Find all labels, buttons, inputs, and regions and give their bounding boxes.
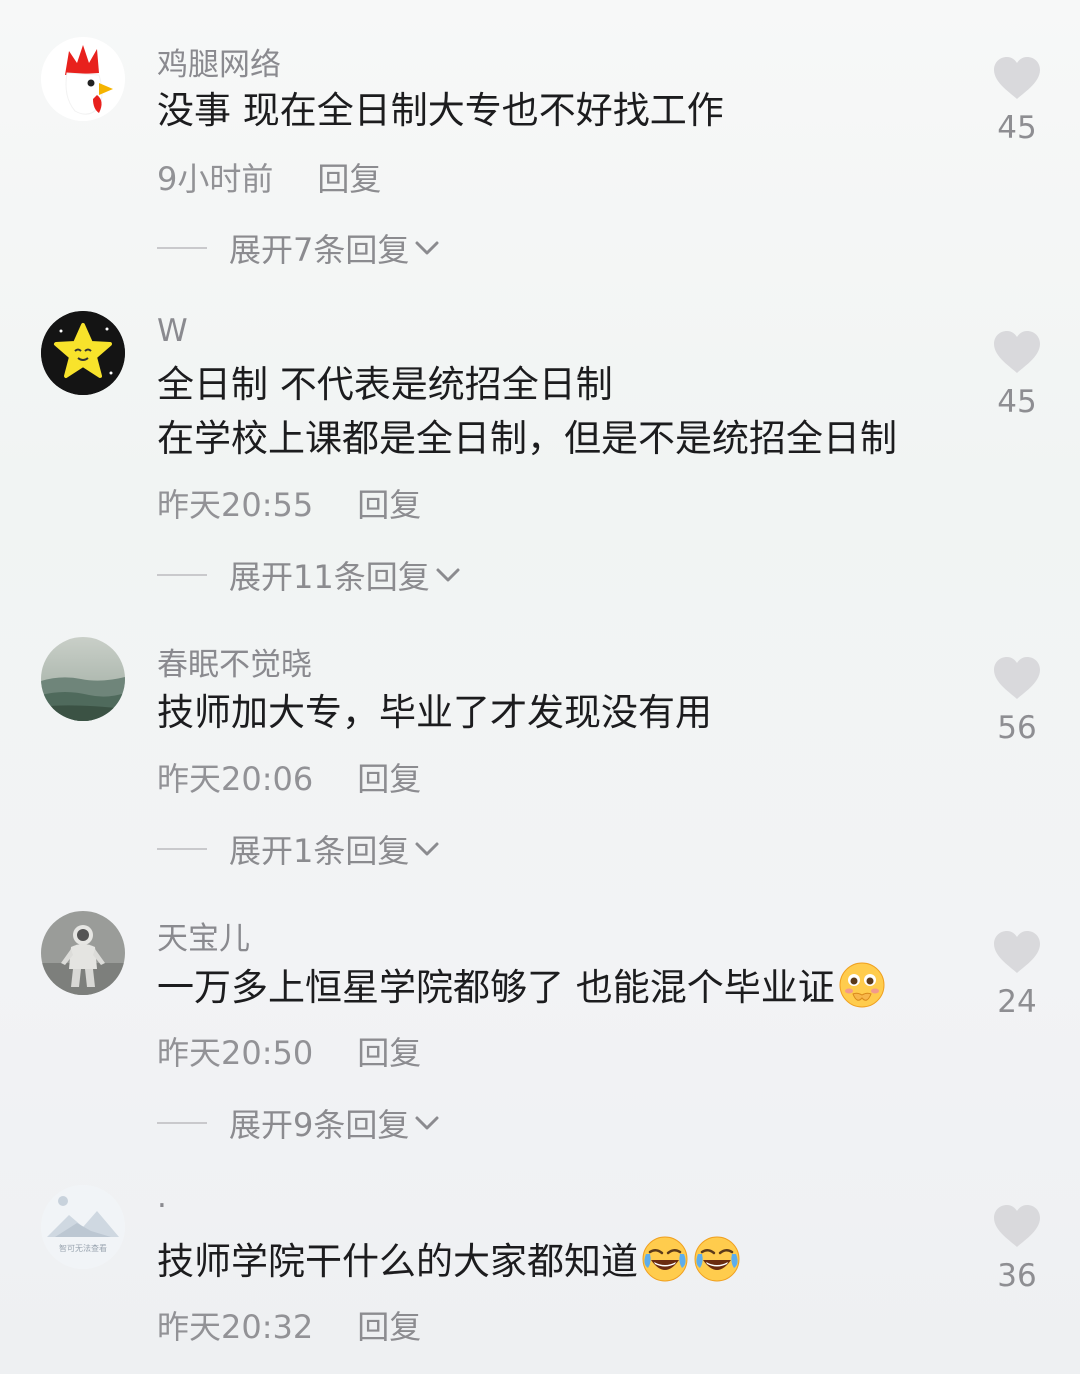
comment-text-line: 技师学院干什么的大家都知道 <box>157 1234 742 1289</box>
comment-username[interactable]: · <box>157 1188 167 1224</box>
heart-icon <box>994 1205 1040 1247</box>
comment-text-line: 在学校上课都是全日制，但是不是统招全日制 <box>157 417 897 460</box>
comment-meta: 昨天20:50 回复 <box>157 1028 421 1074</box>
comment-text: 没事 现在全日制大专也不好找工作 <box>157 84 724 138</box>
rofl-emoji-icon <box>694 1236 740 1282</box>
comment-text-line: 没事 现在全日制大专也不好找工作 <box>157 89 724 132</box>
user-avatar[interactable] <box>41 311 125 395</box>
reply-button[interactable]: 回复 <box>357 760 421 798</box>
reply-button[interactable]: 回复 <box>357 1308 421 1346</box>
user-avatar[interactable] <box>41 911 125 995</box>
comment-time: 昨天20:55 <box>157 486 314 524</box>
mountain-avatar-icon <box>41 1185 125 1269</box>
rooster-avatar-icon <box>41 37 125 121</box>
comment-time: 昨天20:50 <box>157 1034 314 1072</box>
star-avatar-icon <box>41 311 125 395</box>
comment-text: 技师加大专，毕业了才发现没有用 <box>157 686 712 740</box>
like-button[interactable]: 36 <box>987 1204 1047 1294</box>
comment-meta: 昨天20:55 回复 <box>157 480 421 526</box>
chevron-down-icon <box>436 568 460 582</box>
user-avatar[interactable]: 智可无法查看 <box>41 1185 125 1269</box>
comment-time: 昨天20:32 <box>157 1308 314 1346</box>
chevron-down-icon <box>415 842 439 856</box>
reply-button[interactable]: 回复 <box>357 1034 421 1072</box>
expand-replies-label: 展开11条回复 <box>229 558 430 596</box>
comment-text-content: 技师学院干什么的大家都知道 <box>157 1240 638 1283</box>
reply-button[interactable]: 回复 <box>357 486 421 524</box>
like-button[interactable]: 56 <box>987 656 1047 746</box>
comment-text-line: 一万多上恒星学院都够了 也能混个毕业证 <box>157 960 887 1015</box>
comment-meta: 昨天20:06 回复 <box>157 754 421 800</box>
user-avatar[interactable] <box>41 637 125 721</box>
comment-text-line: 技师加大专，毕业了才发现没有用 <box>157 691 712 734</box>
avatar-caption: 智可无法查看 <box>59 1244 107 1253</box>
divider-line <box>157 848 207 850</box>
comment-text: 一万多上恒星学院都够了 也能混个毕业证 <box>157 960 887 1015</box>
expand-replies-button[interactable]: 展开11条回复 <box>157 555 462 596</box>
like-button[interactable]: 24 <box>987 930 1047 1020</box>
comment-time: 9小时前 <box>157 160 274 198</box>
expand-replies-label: 展开1条回复 <box>229 832 410 870</box>
chevron-down-icon <box>415 1116 439 1130</box>
heart-icon <box>994 331 1040 373</box>
comment-username[interactable]: W <box>157 313 188 349</box>
comment-time: 昨天20:06 <box>157 760 314 798</box>
like-count: 36 <box>997 1258 1037 1294</box>
like-count: 45 <box>997 110 1037 146</box>
heart-icon <box>994 657 1040 699</box>
comment-text-content: 一万多上恒星学院都够了 也能混个毕业证 <box>157 966 835 1009</box>
like-button[interactable]: 45 <box>987 330 1047 420</box>
comment-username[interactable]: 鸡腿网络 <box>157 39 281 84</box>
divider-line <box>157 574 207 576</box>
comment-text: 技师学院干什么的大家都知道 <box>157 1234 742 1289</box>
comment-username[interactable]: 春眠不觉晓 <box>157 639 312 684</box>
heart-icon <box>994 931 1040 973</box>
like-count: 56 <box>997 710 1037 746</box>
divider-line <box>157 247 207 249</box>
user-avatar[interactable] <box>41 37 125 121</box>
expand-replies-button[interactable]: 展开9条回复 <box>157 1103 441 1144</box>
comment-username[interactable]: 天宝儿 <box>157 913 250 958</box>
comment-meta: 昨天20:32 回复 <box>157 1302 421 1348</box>
divider-line <box>157 1122 207 1124</box>
expand-replies-label: 展开9条回复 <box>229 1106 410 1144</box>
chevron-down-icon <box>415 241 439 255</box>
expand-replies-button[interactable]: 展开1条回复 <box>157 829 441 870</box>
reply-button[interactable]: 回复 <box>317 160 381 198</box>
expand-replies-label: 展开7条回复 <box>229 231 410 269</box>
seascape-avatar-icon <box>41 637 125 721</box>
like-button[interactable]: 45 <box>987 56 1047 146</box>
like-count: 24 <box>997 984 1037 1020</box>
comment-text-line: 全日制 不代表是统招全日制 <box>157 363 613 406</box>
blush-emoji-icon <box>839 962 885 1008</box>
like-count: 45 <box>997 384 1037 420</box>
rofl-emoji-icon <box>642 1236 688 1282</box>
comment-text: 全日制 不代表是统招全日制 在学校上课都是全日制，但是不是统招全日制 <box>157 358 897 466</box>
heart-icon <box>994 57 1040 99</box>
comment-meta: 9小时前 回复 <box>157 154 381 200</box>
expand-replies-button[interactable]: 展开7条回复 <box>157 228 441 269</box>
astronaut-avatar-icon <box>41 911 125 995</box>
